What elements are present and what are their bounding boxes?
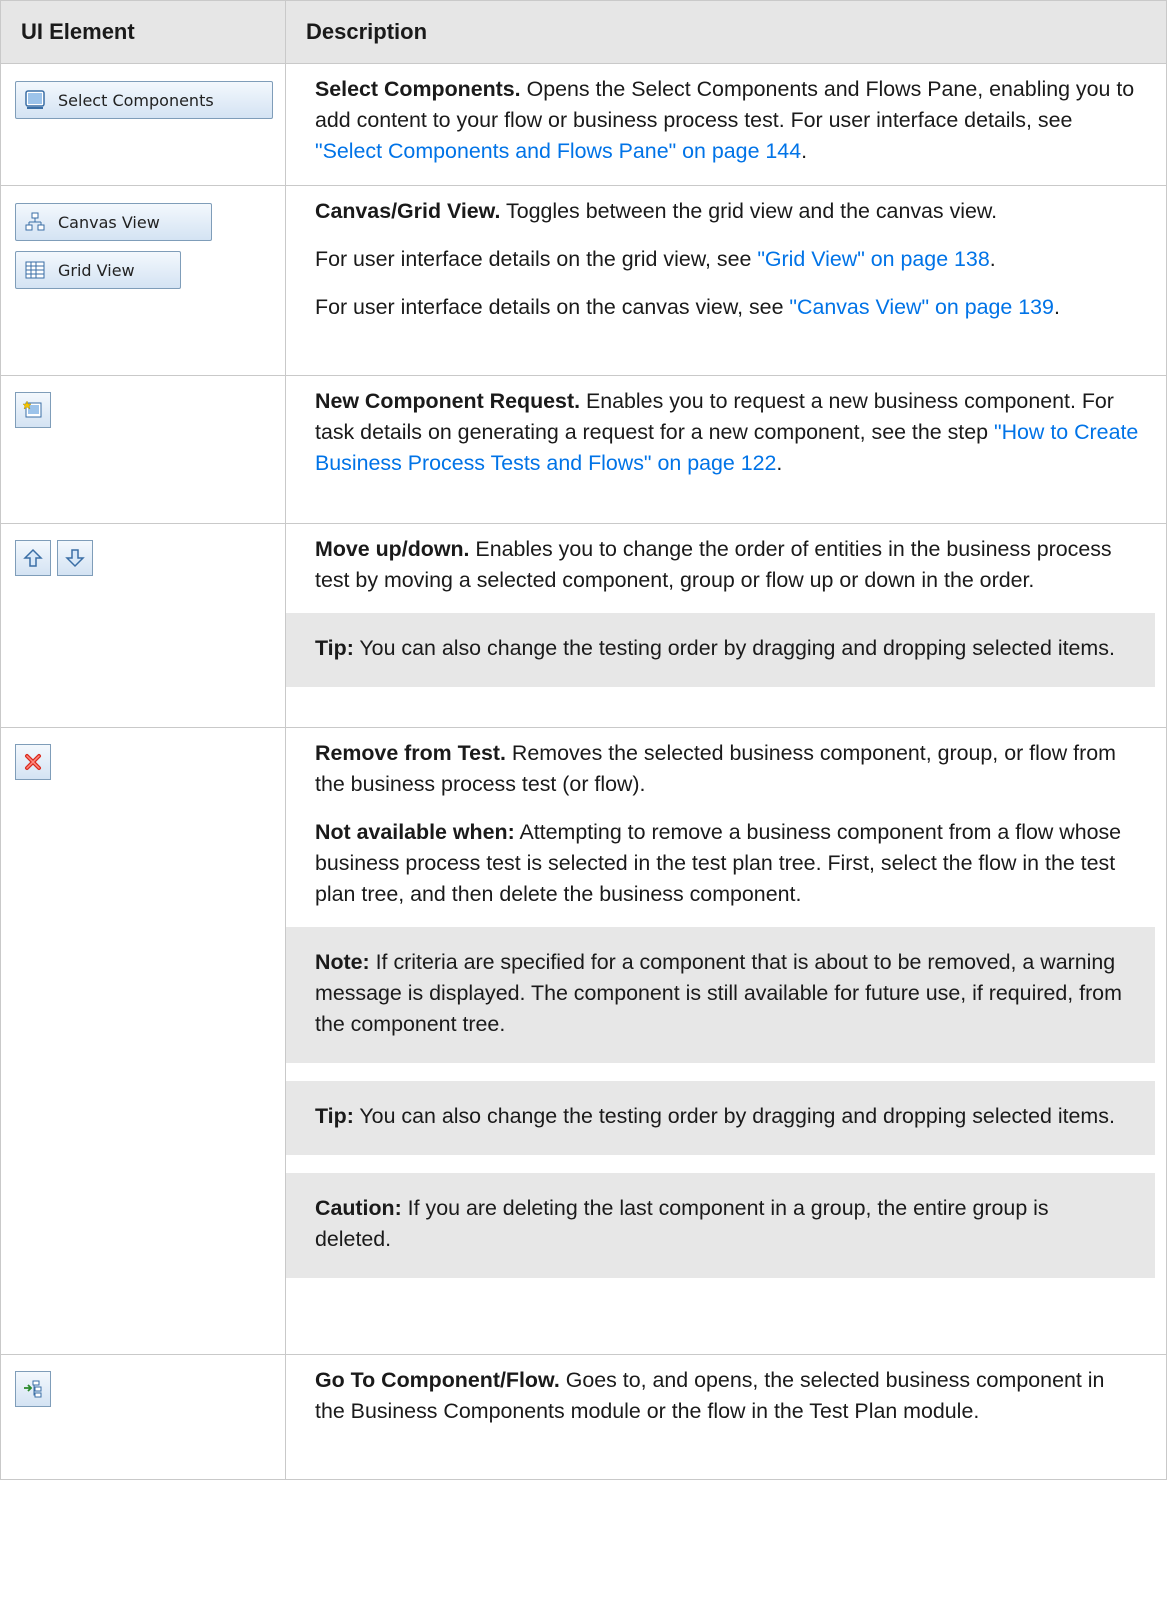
- select-components-icon: [24, 89, 46, 111]
- link-canvas-view[interactable]: "Canvas View" on page 139: [789, 295, 1054, 319]
- tip-callout: Tip: You can also change the testing ord…: [286, 1081, 1155, 1155]
- select-components-label: Select Components: [58, 90, 214, 110]
- table-row: New Component Request. Enables you to re…: [0, 375, 1167, 524]
- select-components-button[interactable]: Select Components: [15, 81, 273, 119]
- link-grid-view[interactable]: "Grid View" on page 138: [757, 247, 989, 271]
- grid-view-icon: [24, 259, 46, 281]
- canvas-view-details: For user interface details on the canvas…: [315, 295, 1060, 319]
- select-components-description: Select Components. Opens the Select Comp…: [315, 77, 1135, 163]
- new-component-request-description: New Component Request. Enables you to re…: [315, 389, 1139, 475]
- move-down-button[interactable]: [57, 540, 93, 576]
- table-row: Move up/down. Enables you to change the …: [0, 523, 1167, 728]
- move-description: Move up/down. Enables you to change the …: [315, 537, 1112, 592]
- move-up-button[interactable]: [15, 540, 51, 576]
- grid-view-button[interactable]: Grid View: [15, 251, 181, 289]
- note-callout: Note: If criteria are specified for a co…: [286, 927, 1155, 1063]
- caution-callout: Caution: If you are deleting the last co…: [286, 1173, 1155, 1278]
- canvas-grid-description: Canvas/Grid View. Toggles between the gr…: [315, 199, 998, 223]
- remove-not-available: Not available when: Attempting to remove…: [315, 820, 1122, 906]
- tip-callout: Tip: You can also change the testing ord…: [286, 613, 1155, 687]
- canvas-view-button[interactable]: Canvas View: [15, 203, 212, 241]
- canvas-view-icon: [24, 211, 46, 233]
- arrow-down-icon: [65, 549, 85, 568]
- table-row: Go To Component/Flow. Goes to, and opens…: [0, 1354, 1167, 1480]
- table-row: Select Components Select Components. Ope…: [0, 63, 1167, 186]
- canvas-view-label: Canvas View: [58, 212, 160, 232]
- table-row: Remove from Test. Removes the selected b…: [0, 727, 1167, 1355]
- go-to-description: Go To Component/Flow. Goes to, and opens…: [315, 1368, 1105, 1423]
- remove-from-test-button[interactable]: [15, 744, 51, 780]
- remove-description: Remove from Test. Removes the selected b…: [315, 741, 1116, 796]
- table-header-row: UI Element Description: [0, 0, 1167, 64]
- arrow-up-icon: [23, 548, 43, 567]
- grid-view-details: For user interface details on the grid v…: [315, 247, 996, 271]
- go-to-component-button[interactable]: [15, 1371, 51, 1407]
- go-to-component-icon: [24, 1380, 42, 1398]
- grid-view-label: Grid View: [58, 260, 135, 280]
- new-component-request-icon: [22, 400, 42, 418]
- link-select-components-pane[interactable]: "Select Components and Flows Pane" on pa…: [315, 139, 801, 163]
- column-header-description: Description: [285, 0, 1167, 64]
- table-row: Canvas View Grid View Canvas/Grid View. …: [0, 185, 1167, 376]
- column-header-ui-element: UI Element: [0, 0, 286, 64]
- delete-icon: [25, 754, 41, 770]
- new-component-request-button[interactable]: [15, 392, 51, 428]
- ui-elements-table: UI Element Description Select Components…: [0, 0, 1167, 1480]
